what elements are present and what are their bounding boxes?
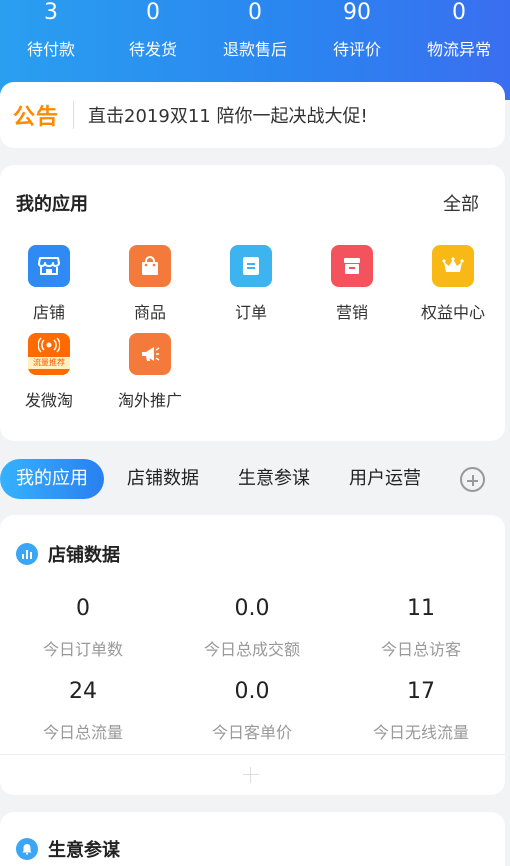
store-data-title: 店铺数据 bbox=[48, 545, 120, 566]
app-label: 权益中心 bbox=[420, 303, 485, 322]
app-products[interactable]: 商品 bbox=[110, 245, 190, 323]
tab-user-operations[interactable]: 用户运营 bbox=[349, 459, 421, 499]
marketing-icon bbox=[331, 245, 373, 287]
my-apps-card: 我的应用 全部 店铺 商品 订单 营销 权益中心 流量推荐 发微淘 淘外推广 bbox=[0, 165, 505, 441]
shopping-bag-icon bbox=[129, 245, 171, 287]
stat-value: 90 bbox=[343, 0, 371, 25]
store-icon bbox=[28, 245, 70, 287]
metric-label: 今日客单价 bbox=[211, 723, 292, 742]
stat-value: 0 bbox=[452, 0, 466, 25]
app-label: 淘外推广 bbox=[117, 391, 182, 410]
metric-today-traffic[interactable]: 24 今日总流量 bbox=[0, 679, 168, 743]
bar-chart-icon bbox=[16, 543, 38, 565]
business-advisor-header: 生意参谋 bbox=[16, 836, 120, 862]
notice-divider bbox=[73, 101, 75, 129]
metric-today-orders[interactable]: 0 今日订单数 bbox=[0, 596, 168, 660]
stat-label: 退款售后 bbox=[222, 40, 287, 59]
metric-today-mobile-traffic[interactable]: 17 今日无线流量 bbox=[336, 679, 506, 743]
my-apps-title: 我的应用 bbox=[16, 194, 88, 215]
order-icon bbox=[230, 245, 272, 287]
stat-label: 待评价 bbox=[332, 40, 381, 59]
notice-bar[interactable]: 公告 直击2019双11 陪你一起决战大促! bbox=[0, 82, 505, 148]
app-benefits-center[interactable]: 权益中心 bbox=[413, 245, 493, 323]
stat-label: 待付款 bbox=[26, 40, 75, 59]
tab-business-advisor[interactable]: 生意参谋 bbox=[238, 459, 310, 499]
bell-icon bbox=[16, 838, 38, 860]
app-label: 发微淘 bbox=[24, 391, 73, 410]
metric-today-visitors[interactable]: 11 今日总访客 bbox=[336, 596, 506, 660]
divider bbox=[0, 754, 505, 755]
app-label: 订单 bbox=[234, 303, 267, 322]
stat-logistics-exception[interactable]: 0 物流异常 bbox=[408, 0, 510, 80]
metric-value: 11 bbox=[407, 596, 435, 621]
notice-badge: 公告 bbox=[13, 105, 60, 130]
app-external-promotion[interactable]: 淘外推广 bbox=[110, 333, 190, 411]
tab-my-apps[interactable]: 我的应用 bbox=[0, 459, 104, 499]
crown-icon bbox=[432, 245, 474, 287]
store-data-header: 店铺数据 bbox=[16, 541, 120, 567]
app-store[interactable]: 店铺 bbox=[9, 245, 89, 323]
stat-pending-review[interactable]: 90 待评价 bbox=[306, 0, 408, 80]
business-advisor-card: 生意参谋 bbox=[0, 812, 505, 866]
metric-label: 今日总访客 bbox=[380, 640, 461, 659]
metric-value: 0.0 bbox=[234, 596, 270, 621]
app-orders[interactable]: 订单 bbox=[211, 245, 291, 323]
app-label: 营销 bbox=[335, 303, 368, 322]
business-advisor-title: 生意参谋 bbox=[48, 840, 120, 861]
section-tabs: 我的应用 店铺数据 生意参谋 用户运营 bbox=[0, 459, 510, 499]
megaphone-icon bbox=[129, 333, 171, 375]
stat-value: 0 bbox=[146, 0, 160, 25]
metric-value: 0.0 bbox=[234, 679, 270, 704]
metric-value: 24 bbox=[69, 679, 97, 704]
metric-today-gmv[interactable]: 0.0 今日总成交额 bbox=[167, 596, 337, 660]
store-data-card: 店铺数据 0 今日订单数 0.0 今日总成交额 11 今日总访客 24 今日总流… bbox=[0, 515, 505, 795]
weitao-icon: 流量推荐 bbox=[28, 333, 70, 375]
app-weitao[interactable]: 流量推荐 发微淘 bbox=[9, 333, 89, 411]
metric-label: 今日订单数 bbox=[42, 640, 123, 659]
stat-refunds[interactable]: 0 退款售后 bbox=[204, 0, 306, 80]
add-tab-icon[interactable] bbox=[460, 467, 485, 492]
notice-text[interactable]: 直击2019双11 陪你一起决战大促! bbox=[88, 102, 368, 128]
view-all-apps-button[interactable]: 全部 bbox=[443, 190, 479, 216]
metric-value: 0 bbox=[76, 596, 90, 621]
add-metric-icon[interactable] bbox=[243, 767, 259, 783]
stat-pending-payment[interactable]: 3 待付款 bbox=[0, 0, 102, 80]
metric-label: 今日无线流量 bbox=[372, 723, 469, 742]
stat-pending-shipment[interactable]: 0 待发货 bbox=[102, 0, 204, 80]
stat-value: 0 bbox=[248, 0, 262, 25]
order-stats: 3 待付款 0 待发货 0 退款售后 90 待评价 0 物流异常 bbox=[0, 0, 510, 80]
weitao-icon-text: 流量推荐 bbox=[28, 357, 70, 369]
tab-store-data[interactable]: 店铺数据 bbox=[127, 459, 199, 499]
metric-label: 今日总成交额 bbox=[203, 640, 300, 659]
app-label: 店铺 bbox=[32, 303, 65, 322]
metric-today-avg-order-value[interactable]: 0.0 今日客单价 bbox=[167, 679, 337, 743]
metric-value: 17 bbox=[407, 679, 435, 704]
stat-value: 3 bbox=[44, 0, 58, 25]
app-label: 商品 bbox=[133, 303, 166, 322]
metric-label: 今日总流量 bbox=[42, 723, 123, 742]
stat-label: 待发货 bbox=[128, 40, 177, 59]
stat-label: 物流异常 bbox=[426, 40, 491, 59]
app-marketing[interactable]: 营销 bbox=[312, 245, 392, 323]
